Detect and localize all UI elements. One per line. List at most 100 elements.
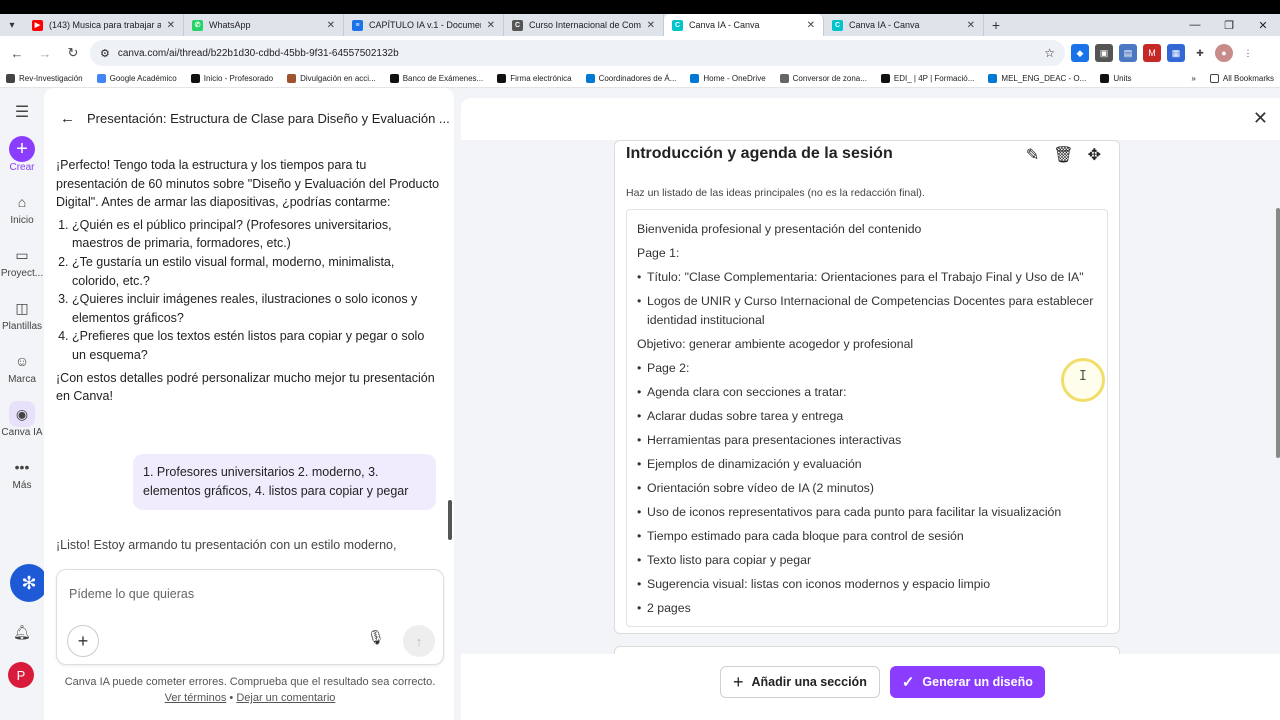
new-tab-button[interactable]: + bbox=[984, 14, 1008, 36]
assistant-intro: ¡Perfecto! Tengo toda la estructura y lo… bbox=[56, 158, 440, 210]
prompt-composer: Pídeme lo que quieras + 🎙︎ ↑ bbox=[56, 569, 444, 665]
send-button[interactable]: ↑ bbox=[403, 625, 435, 657]
bookmark-star-icon[interactable]: ☆ bbox=[1044, 46, 1055, 60]
canva-assistant-icon[interactable]: ✻ bbox=[10, 564, 48, 602]
extensions-puzzle-icon[interactable]: ✚ bbox=[1191, 44, 1209, 62]
edit-pencil-icon[interactable]: ✎ bbox=[1026, 145, 1039, 165]
rail-item-más[interactable]: ••• Más bbox=[0, 454, 44, 491]
menu-icon[interactable]: ☰ bbox=[15, 102, 29, 122]
tab-favicon-icon: ≡ bbox=[352, 19, 363, 31]
minimize-icon[interactable]: — bbox=[1178, 14, 1212, 36]
bookmark-item[interactable]: Banco de Exámenes... bbox=[389, 74, 483, 83]
all-bookmarks-button[interactable]: All Bookmarks bbox=[1209, 74, 1274, 83]
tab-bar: ▾ ▶ (143) Musica para trabajar activ ✕ ✆ Wha… bbox=[0, 14, 1280, 36]
prompt-input[interactable]: Pídeme lo que quieras bbox=[69, 587, 194, 601]
outline-bullet: • Agenda clara con secciones a tratar: bbox=[637, 385, 847, 399]
rail-item-canva-ia[interactable]: ◉ Canva IA bbox=[0, 401, 44, 438]
plus-icon: + bbox=[733, 671, 744, 692]
tab-search-icon[interactable]: ▾ bbox=[0, 14, 24, 36]
delete-trash-icon[interactable]: 🗑︎ bbox=[1053, 145, 1073, 165]
bookmark-item[interactable]: Rev-Investigación bbox=[6, 74, 83, 83]
bookmark-item[interactable]: Inicio - Profesorado bbox=[190, 74, 273, 83]
bookmark-item[interactable]: MEL_ENG_DEAC - O... bbox=[988, 74, 1086, 83]
section-content-editor[interactable]: Bienvenida profesional y presentación de… bbox=[626, 209, 1108, 627]
extension-icon[interactable]: ▤ bbox=[1119, 44, 1137, 62]
back-arrow-icon[interactable]: ← bbox=[60, 110, 75, 127]
add-section-button[interactable]: + Añadir una sección bbox=[720, 666, 880, 698]
browser-tab[interactable]: ≡ CAPÍTULO IA v.1 - Documento ✕ bbox=[344, 14, 504, 36]
notifications-bell-icon[interactable]: 🔔︎ bbox=[13, 624, 31, 641]
rail-item-plantillas[interactable]: ◫ Plantillas bbox=[0, 295, 44, 333]
question-item: ¿Quieres incluir imágenes reales, ilustr… bbox=[72, 290, 440, 327]
reload-icon[interactable]: ↻ bbox=[62, 42, 84, 64]
address-bar-row: ← → ↻ ⚙ canva.com/ai/thread/b22b1d30-cdb… bbox=[0, 36, 1280, 70]
back-icon[interactable]: ← bbox=[6, 42, 28, 64]
browser-menu-icon[interactable]: ⋮ bbox=[1239, 44, 1257, 62]
microphone-icon[interactable]: 🎙︎ bbox=[367, 629, 385, 646]
screen-top-strip bbox=[0, 0, 1280, 14]
check-icon: ✓ bbox=[901, 674, 915, 691]
tab-close-icon[interactable]: ✕ bbox=[807, 20, 815, 31]
browser-tab[interactable]: C Curso Internacional de Compet ✕ bbox=[504, 14, 664, 36]
outline-panel: ✕ Introducción y agenda de la sesión ✎ 🗑… bbox=[461, 98, 1280, 720]
extension-icon[interactable]: ◆ bbox=[1071, 44, 1089, 62]
tab-title: CAPÍTULO IA v.1 - Documento bbox=[369, 20, 481, 30]
more-bookmarks-icon[interactable]: » bbox=[1191, 74, 1195, 83]
bookmark-item[interactable]: Firma electrónica bbox=[497, 74, 572, 83]
avatar[interactable]: P bbox=[8, 662, 34, 688]
chat-panel: ← Presentación: Estructura de Clase para… bbox=[44, 88, 454, 720]
add-attachment-button[interactable]: + bbox=[67, 625, 99, 657]
bookmark-item[interactable]: Units bbox=[1100, 74, 1132, 83]
generate-design-button[interactable]: ✓ Generar un diseño bbox=[889, 666, 1045, 698]
plus-icon: + bbox=[9, 136, 35, 162]
bookmark-item[interactable]: Conversor de zona... bbox=[779, 74, 867, 83]
section-hint: Haz un listado de las ideas principales … bbox=[626, 187, 925, 199]
tab-close-icon[interactable]: ✕ bbox=[167, 20, 175, 31]
forward-icon[interactable]: → bbox=[34, 42, 56, 64]
tab-close-icon[interactable]: ✕ bbox=[327, 20, 335, 31]
bookmark-item[interactable]: Home - OneDrive bbox=[690, 74, 766, 83]
outline-bullet: • Aclarar dudas sobre tarea y entrega bbox=[637, 409, 844, 423]
bookmark-item[interactable]: Coordinadores de Á... bbox=[585, 74, 676, 83]
question-item: ¿Quién es el público principal? (Profeso… bbox=[72, 216, 440, 253]
browser-tab[interactable]: ✆ WhatsApp ✕ bbox=[184, 14, 344, 36]
move-icon[interactable]: ✥ bbox=[1088, 145, 1101, 165]
tab-close-icon[interactable]: ✕ bbox=[487, 20, 495, 31]
extension-icon[interactable]: ▣ bbox=[1095, 44, 1113, 62]
close-icon[interactable]: ✕ bbox=[1253, 108, 1268, 129]
tab-close-icon[interactable]: ✕ bbox=[967, 20, 975, 31]
rail-item-inicio[interactable]: ⌂ Inicio bbox=[0, 189, 44, 226]
outline-bullet: • Uso de iconos representativos para cada… bbox=[637, 505, 1062, 519]
templates-icon: ◫ bbox=[15, 299, 29, 316]
profile-icon[interactable]: ● bbox=[1215, 44, 1233, 62]
extension-icon[interactable]: M bbox=[1143, 44, 1161, 62]
browser-tab[interactable]: C Canva IA - Canva ✕ bbox=[664, 14, 824, 36]
rail-item-crear[interactable]: + Crear bbox=[0, 136, 44, 173]
bookmark-favicon-icon bbox=[585, 74, 595, 83]
more-icon: ••• bbox=[14, 459, 30, 475]
tab-title: (143) Musica para trabajar activ bbox=[49, 20, 161, 30]
folder-icon: ▭ bbox=[15, 246, 29, 263]
maximize-icon[interactable]: ❐ bbox=[1212, 14, 1246, 36]
chat-scrollbar[interactable] bbox=[448, 148, 452, 548]
feedback-link[interactable]: Dejar un comentario bbox=[236, 692, 335, 704]
rail-item-marca[interactable]: ☺ Marca bbox=[0, 348, 44, 385]
home-icon: ⌂ bbox=[17, 194, 27, 210]
site-info-icon[interactable]: ⚙ bbox=[100, 47, 110, 60]
terms-link[interactable]: Ver términos bbox=[165, 692, 227, 704]
section-title[interactable]: Introducción y agenda de la sesión bbox=[626, 145, 893, 163]
url-field[interactable]: ⚙ canva.com/ai/thread/b22b1d30-cdbd-45bb… bbox=[90, 40, 1065, 66]
outline-scrollbar[interactable] bbox=[1276, 140, 1280, 654]
tab-close-icon[interactable]: ✕ bbox=[647, 20, 655, 31]
browser-tab[interactable]: ▶ (143) Musica para trabajar activ ✕ bbox=[24, 14, 184, 36]
bookmark-item[interactable]: EDI_ | 4P | Formació... bbox=[880, 74, 974, 83]
canva-app: ☰ + Crear ⌂ Inicio ▭ Proyect... ◫ Plantillas ☺ Ma… bbox=[0, 88, 1280, 720]
extension-icon[interactable]: ▦ bbox=[1167, 44, 1185, 62]
bookmark-item[interactable]: Divulgación en acci... bbox=[287, 74, 376, 83]
bookmark-favicon-icon bbox=[497, 74, 507, 83]
bookmark-item[interactable]: Google Académico bbox=[96, 74, 177, 83]
rail-item-proyect[interactable]: ▭ Proyect... bbox=[0, 242, 44, 280]
browser-tab[interactable]: C Canva IA - Canva ✕ bbox=[824, 14, 984, 36]
left-rail: ☰ + Crear ⌂ Inicio ▭ Proyect... ◫ Plantillas ☺ Ma… bbox=[0, 88, 48, 720]
close-window-icon[interactable]: ✕ bbox=[1246, 14, 1280, 36]
